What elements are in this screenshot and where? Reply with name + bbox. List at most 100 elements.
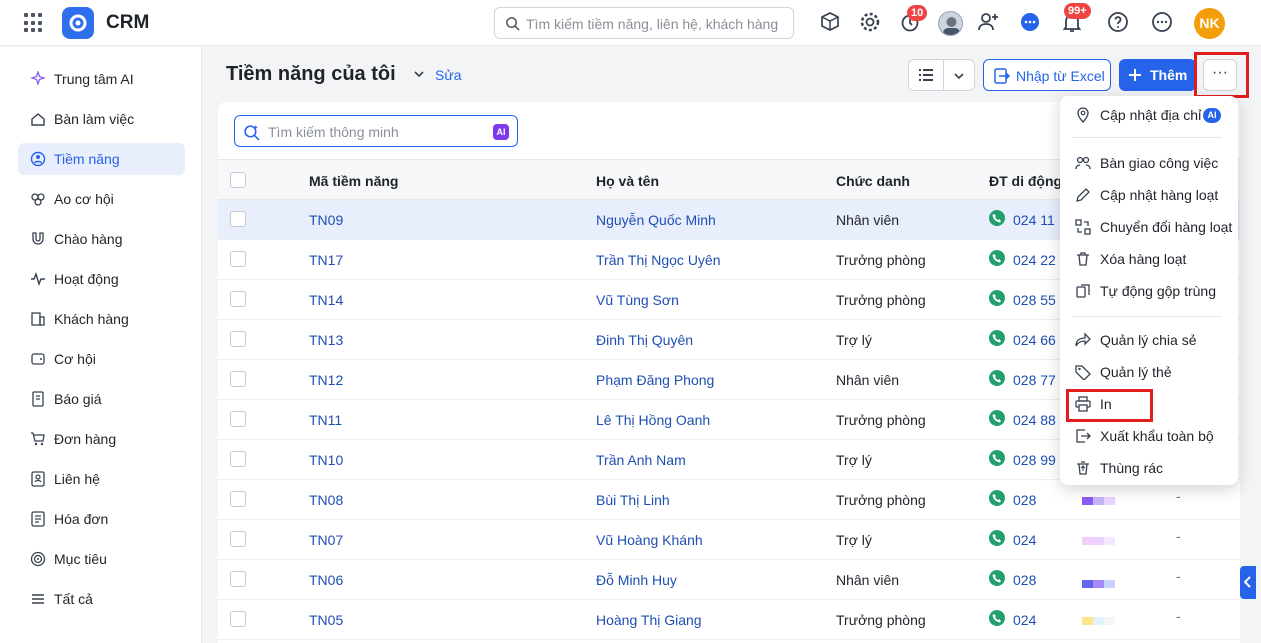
phone-call-icon[interactable]: [989, 450, 1005, 466]
sidebar-item-0[interactable]: Trung tâm AI: [18, 63, 185, 95]
app-launcher-icon[interactable]: [24, 13, 44, 33]
phone-call-icon[interactable]: [989, 410, 1005, 426]
column-mobile[interactable]: ĐT di động: [989, 173, 1062, 189]
lead-mobile[interactable]: 028: [1013, 492, 1036, 508]
menu-item-map-pin[interactable]: Cập nhật địa chỉ AI: [1060, 100, 1238, 130]
row-checkbox[interactable]: [230, 211, 246, 227]
lead-mobile[interactable]: 024 11: [1013, 212, 1055, 228]
chevron-down-icon[interactable]: [953, 70, 965, 82]
phone-call-icon[interactable]: [989, 330, 1005, 346]
collapse-panel-tab[interactable]: [1240, 566, 1256, 599]
row-checkbox[interactable]: [230, 411, 246, 427]
lead-code-link[interactable]: TN17: [309, 252, 343, 268]
user-photo-avatar[interactable]: [938, 11, 963, 36]
box-search-icon[interactable]: [818, 10, 844, 36]
lead-name-link[interactable]: Trần Thị Ngọc Uyên: [596, 252, 721, 268]
lead-code-link[interactable]: TN13: [309, 332, 343, 348]
row-checkbox[interactable]: [230, 571, 246, 587]
import-excel-button[interactable]: Nhập từ Excel: [983, 59, 1111, 91]
add-user-icon[interactable]: [976, 10, 1002, 36]
menu-item-recycle-bin[interactable]: Thùng rác: [1060, 453, 1238, 483]
table-row[interactable]: TN07 Vũ Hoàng Khánh Trợ lý 024 -: [218, 520, 1240, 560]
phone-call-icon[interactable]: [989, 250, 1005, 266]
table-row[interactable]: TN08 Bùi Thị Linh Trưởng phòng 028 -: [218, 480, 1240, 520]
table-row[interactable]: TN05 Hoàng Thị Giang Trưởng phòng 024 -: [218, 600, 1240, 640]
lead-name-link[interactable]: Bùi Thị Linh: [596, 492, 670, 508]
menu-item-convert[interactable]: Chuyển đổi hàng loạt: [1060, 212, 1238, 242]
sidebar-item-11[interactable]: Hóa đơn: [18, 503, 185, 535]
sidebar-item-4[interactable]: Chào hàng: [18, 223, 185, 255]
menu-item-pencil[interactable]: Cập nhật hàng loạt: [1060, 180, 1238, 210]
help-icon[interactable]: [1106, 10, 1132, 36]
lead-name-link[interactable]: Lê Thị Hồng Oanh: [596, 412, 710, 428]
lead-code-link[interactable]: TN06: [309, 572, 343, 588]
phone-call-icon[interactable]: [989, 290, 1005, 306]
lead-mobile[interactable]: 028 77: [1013, 372, 1056, 388]
lead-name-link[interactable]: Vũ Hoàng Khánh: [596, 532, 703, 548]
edit-view-link[interactable]: Sửa: [435, 67, 462, 83]
sidebar-item-8[interactable]: Báo giá: [18, 383, 185, 415]
sidebar-item-10[interactable]: Liên hệ: [18, 463, 185, 495]
sidebar-item-12[interactable]: Mục tiêu: [18, 543, 185, 575]
sidebar-item-3[interactable]: Ao cơ hội: [18, 183, 185, 215]
row-checkbox[interactable]: [230, 251, 246, 267]
row-checkbox[interactable]: [230, 331, 246, 347]
global-search-input[interactable]: Tìm kiếm tiềm năng, liên hệ, khách hàng: [494, 7, 794, 39]
row-checkbox[interactable]: [230, 531, 246, 547]
lead-mobile[interactable]: 024: [1013, 612, 1036, 628]
lead-name-link[interactable]: Đỗ Minh Huy: [596, 572, 677, 588]
row-checkbox[interactable]: [230, 451, 246, 467]
phone-call-icon[interactable]: [989, 530, 1005, 546]
sidebar-item-7[interactable]: Cơ hội: [18, 343, 185, 375]
menu-item-handover[interactable]: Bàn giao công việc: [1060, 148, 1238, 178]
lead-code-link[interactable]: TN12: [309, 372, 343, 388]
menu-item-share[interactable]: Quản lý chia sẻ: [1060, 325, 1238, 355]
lead-mobile[interactable]: 028 99: [1013, 452, 1056, 468]
lead-mobile[interactable]: 028: [1013, 572, 1036, 588]
menu-item-tag[interactable]: Quản lý thẻ: [1060, 357, 1238, 387]
lead-code-link[interactable]: TN11: [309, 412, 342, 428]
lead-mobile[interactable]: 024 22: [1013, 252, 1056, 268]
sidebar-item-6[interactable]: Khách hàng: [18, 303, 185, 335]
chevron-down-icon[interactable]: [413, 68, 425, 80]
lead-mobile[interactable]: 024 88: [1013, 412, 1056, 428]
sidebar-item-13[interactable]: Tất cả: [18, 583, 185, 615]
sidebar-item-9[interactable]: Đơn hàng: [18, 423, 185, 455]
lead-code-link[interactable]: TN08: [309, 492, 343, 508]
list-view-icon[interactable]: [919, 69, 933, 81]
lead-code-link[interactable]: TN09: [309, 212, 343, 228]
lead-code-link[interactable]: TN14: [309, 292, 343, 308]
smart-search-input[interactable]: Tìm kiếm thông minh AI: [234, 115, 518, 147]
lead-mobile[interactable]: 024: [1013, 532, 1036, 548]
lead-name-link[interactable]: Phạm Đăng Phong: [596, 372, 714, 388]
row-checkbox[interactable]: [230, 371, 246, 387]
lead-name-link[interactable]: Trần Anh Nam: [596, 452, 686, 468]
column-full-name[interactable]: Họ và tên: [596, 173, 659, 189]
more-apps-icon[interactable]: [1150, 10, 1176, 36]
lead-code-link[interactable]: TN07: [309, 532, 343, 548]
lead-code-link[interactable]: TN05: [309, 612, 343, 628]
lead-name-link[interactable]: Hoàng Thị Giang: [596, 612, 702, 628]
user-avatar[interactable]: NK: [1194, 8, 1225, 39]
menu-item-trash[interactable]: Xóa hàng loạt: [1060, 244, 1238, 274]
phone-call-icon[interactable]: [989, 370, 1005, 386]
phone-call-icon[interactable]: [989, 610, 1005, 626]
sidebar-item-5[interactable]: Hoạt động: [18, 263, 185, 295]
row-checkbox[interactable]: [230, 491, 246, 507]
lead-name-link[interactable]: Vũ Tùng Sơn: [596, 292, 679, 308]
view-switcher-button[interactable]: [908, 59, 975, 91]
select-all-checkbox[interactable]: [230, 172, 246, 188]
lead-code-link[interactable]: TN10: [309, 452, 343, 468]
lead-mobile[interactable]: 028 55: [1013, 292, 1056, 308]
chat-icon[interactable]: [1018, 10, 1044, 36]
menu-item-merge[interactable]: Tự động gộp trùng: [1060, 276, 1238, 306]
column-lead-code[interactable]: Mã tiềm năng: [309, 173, 398, 189]
column-job-title[interactable]: Chức danh: [836, 173, 910, 189]
lead-name-link[interactable]: Nguyễn Quốc Minh: [596, 212, 716, 228]
menu-item-export[interactable]: Xuất khẩu toàn bộ: [1060, 421, 1238, 451]
lead-name-link[interactable]: Đinh Thị Quyên: [596, 332, 693, 348]
add-button[interactable]: Thêm: [1119, 59, 1196, 91]
table-row[interactable]: TN06 Đỗ Minh Huy Nhân viên 028 -: [218, 560, 1240, 600]
phone-call-icon[interactable]: [989, 490, 1005, 506]
lead-mobile[interactable]: 024 66: [1013, 332, 1056, 348]
